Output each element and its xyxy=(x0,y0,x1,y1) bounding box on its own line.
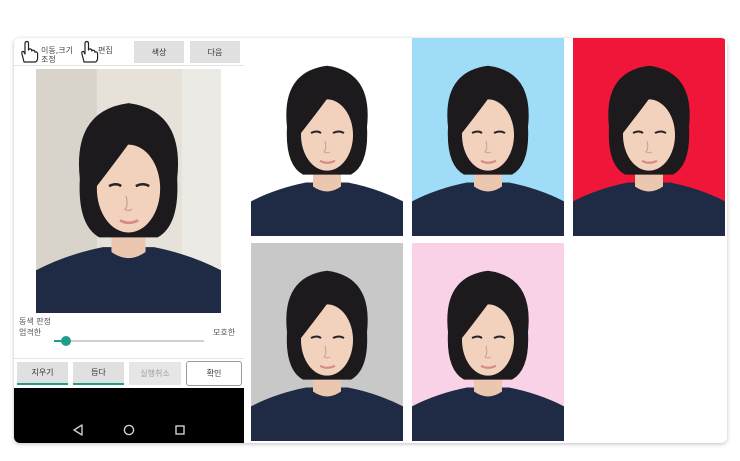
portrait-image xyxy=(412,243,564,441)
photo-blue-background[interactable] xyxy=(412,38,564,236)
photo-pink-background[interactable] xyxy=(412,243,564,441)
android-nav-bar xyxy=(14,388,244,443)
recents-square-icon[interactable] xyxy=(174,424,186,436)
color-button[interactable]: 색상 xyxy=(134,41,184,63)
portrait-image xyxy=(573,38,725,236)
hand-pointer-icon xyxy=(81,40,99,63)
tolerance-slider[interactable] xyxy=(54,335,204,347)
move-resize-tool[interactable]: 이동,크기 조정 xyxy=(18,38,78,66)
next-button[interactable]: 다음 xyxy=(190,41,240,63)
hand-pointer-icon xyxy=(21,40,39,63)
photo-white-background[interactable] xyxy=(251,38,403,236)
color-match-title: 동색 판정 xyxy=(19,317,51,326)
photo-gray-background[interactable] xyxy=(251,243,403,441)
home-circle-icon[interactable] xyxy=(123,424,135,436)
slider-track xyxy=(54,340,204,342)
move-resize-label: 이동,크기 조정 xyxy=(41,46,73,64)
vague-label: 모호한 xyxy=(213,328,236,337)
edit-tool[interactable]: 편집 xyxy=(78,38,128,66)
edit-preview-photo[interactable] xyxy=(36,69,221,313)
erase-button[interactable]: 지우기 xyxy=(17,362,68,385)
portrait-image xyxy=(251,38,403,236)
portrait-image xyxy=(36,69,221,313)
phone-app-panel: 이동,크기 조정 편집 색상 다음 동색 판정 엄격한 모호한 지우기 듭다 실… xyxy=(14,38,244,443)
portrait-image xyxy=(251,243,403,441)
portrait-image xyxy=(412,38,564,236)
confirm-button[interactable]: 확인 xyxy=(186,361,242,386)
screenshot-card: 이동,크기 조정 편집 색상 다음 동색 판정 엄격한 모호한 지우기 듭다 실… xyxy=(14,38,727,443)
photo-red-background[interactable] xyxy=(573,38,725,236)
back-triangle-icon[interactable] xyxy=(72,424,84,436)
strict-label: 엄격한 xyxy=(19,328,42,337)
pick-button[interactable]: 듭다 xyxy=(73,362,124,385)
action-button-row: 지우기 듭다 실행취소 확인 xyxy=(14,358,244,388)
edit-label: 편집 xyxy=(98,46,113,55)
top-toolbar: 이동,크기 조정 편집 색상 다음 xyxy=(14,38,244,66)
slider-thumb[interactable] xyxy=(61,336,71,346)
undo-button[interactable]: 실행취소 xyxy=(129,362,181,385)
